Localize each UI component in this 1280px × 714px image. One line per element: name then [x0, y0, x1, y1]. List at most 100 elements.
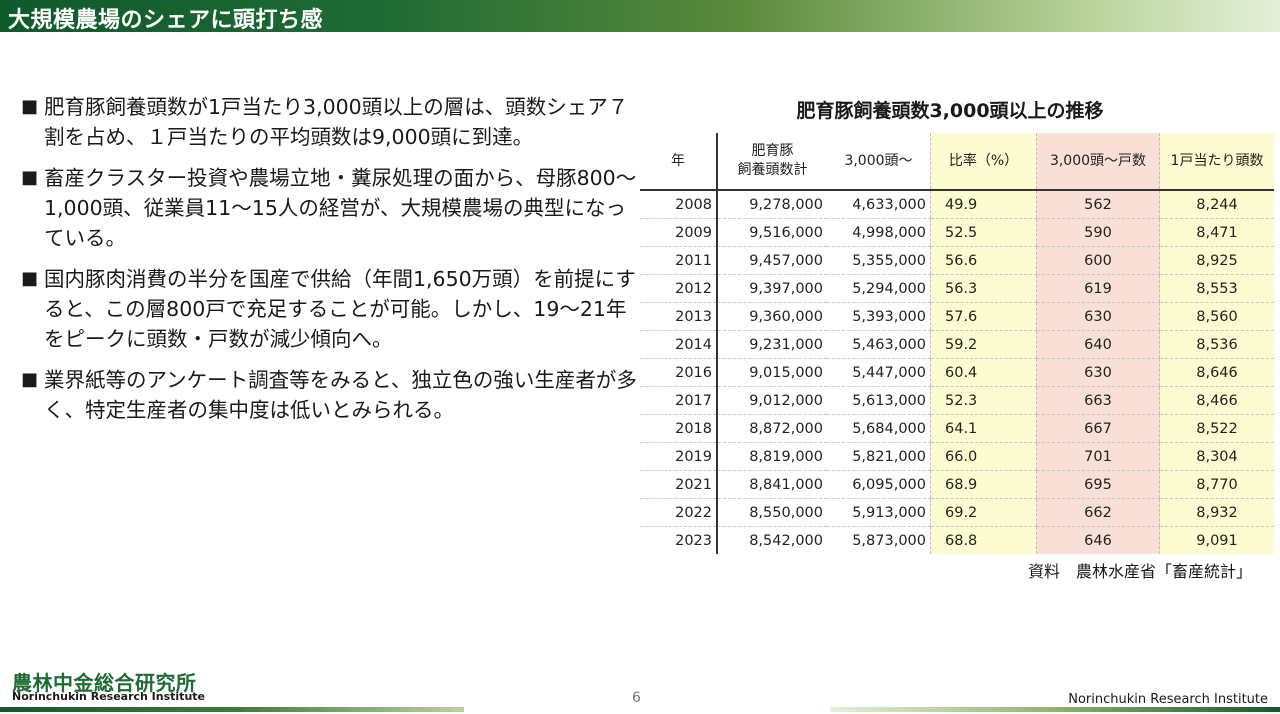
- square-bullet-icon: ■: [21, 369, 39, 390]
- table-row: 2014 9,231,000 5,463,000 59.2 640 8,536: [640, 330, 1274, 359]
- cell-total-head: 9,015,000: [717, 358, 827, 387]
- cell-per-household: 8,553: [1159, 274, 1274, 303]
- bullet-item: ■ 畜産クラスター投資や農場立地・糞尿処理の面から、母豚800～1,000頭、従…: [20, 163, 638, 253]
- cell-per-household: 8,244: [1159, 190, 1274, 219]
- cell-over-3000: 5,463,000: [827, 330, 931, 359]
- cell-year: 2021: [640, 470, 718, 499]
- header-households: 3,000頭～戸数: [1036, 133, 1160, 191]
- header-ratio: 比率（%）: [930, 133, 1037, 191]
- cell-over-3000: 6,095,000: [827, 470, 931, 499]
- cell-households: 640: [1036, 330, 1160, 359]
- cell-households: 619: [1036, 274, 1160, 303]
- slide-title: 大規模農場のシェアに頭打ち感: [8, 8, 324, 33]
- cell-ratio: 49.9: [930, 190, 1037, 219]
- cell-year: 2014: [640, 330, 718, 359]
- cell-year: 2013: [640, 302, 718, 331]
- cell-total-head: 9,516,000: [717, 218, 827, 247]
- bullet-item: ■ 肥育豚飼養頭数が1戸当たり3,000頭以上の層は、頭数シェア７割を占め、１戸…: [20, 92, 638, 152]
- table-row: 2017 9,012,000 5,613,000 52.3 663 8,466: [640, 386, 1274, 415]
- bullet-text: 国内豚肉消費の半分を国産で供給（年間1,650万頭）を前提にすると、この層800…: [44, 267, 636, 351]
- cell-per-household: 8,536: [1159, 330, 1274, 359]
- cell-total-head: 8,841,000: [717, 470, 827, 499]
- cell-over-3000: 5,393,000: [827, 302, 931, 331]
- cell-over-3000: 5,613,000: [827, 386, 931, 415]
- cell-households: 590: [1036, 218, 1160, 247]
- bullet-text: 肥育豚飼養頭数が1戸当たり3,000頭以上の層は、頭数シェア７割を占め、１戸当た…: [44, 95, 629, 149]
- table-title: 肥育豚飼養頭数3,000頭以上の推移: [796, 100, 1104, 122]
- square-bullet-icon: ■: [21, 96, 39, 117]
- cell-year: 2016: [640, 358, 718, 387]
- cell-over-3000: 4,998,000: [827, 218, 931, 247]
- cell-ratio: 52.3: [930, 386, 1037, 415]
- table-row: 2009 9,516,000 4,998,000 52.5 590 8,471: [640, 218, 1274, 247]
- cell-ratio: 68.8: [930, 526, 1037, 554]
- cell-households: 695: [1036, 470, 1160, 499]
- cell-over-3000: 5,913,000: [827, 498, 931, 527]
- bullet-list: ■ 肥育豚飼養頭数が1戸当たり3,000頭以上の層は、頭数シェア７割を占め、１戸…: [20, 92, 638, 436]
- bullet-item: ■ 国内豚肉消費の半分を国産で供給（年間1,650万頭）を前提にすると、この層8…: [20, 264, 638, 354]
- cell-year: 2018: [640, 414, 718, 443]
- cell-ratio: 68.9: [930, 470, 1037, 499]
- table-row: 2013 9,360,000 5,393,000 57.6 630 8,560: [640, 302, 1274, 331]
- cell-year: 2011: [640, 246, 718, 275]
- cell-over-3000: 5,873,000: [852, 532, 926, 549]
- bullet-text: 業界紙等のアンケート調査等をみると、独立色の強い生産者が多く、特定生産者の集中度…: [44, 368, 637, 422]
- table-header-row: 年 肥育豚 飼養頭数計 3,000頭～ 比率（%） 3,000頭～戸数 1戸当た…: [640, 133, 1274, 191]
- cell-total-head: 8,550,000: [717, 498, 827, 527]
- square-bullet-icon: ■: [21, 268, 39, 289]
- cell-total-head: 9,278,000: [717, 190, 827, 219]
- cell-total-head: 9,457,000: [717, 246, 827, 275]
- bullet-text: 畜産クラスター投資や農場立地・糞尿処理の面から、母豚800～1,000頭、従業員…: [44, 166, 637, 250]
- cell-per-household: 8,560: [1159, 302, 1274, 331]
- cell-per-household: 8,932: [1159, 498, 1274, 527]
- cell-over-3000: 5,355,000: [827, 246, 931, 275]
- table-row: 2022 8,550,000 5,913,000 69.2 662 8,932: [640, 498, 1274, 527]
- table-row: 2021 8,841,000 6,095,000 68.9 695 8,770: [640, 470, 1274, 499]
- cell-ratio: 60.4: [930, 358, 1037, 387]
- cell-ratio: 69.2: [930, 498, 1037, 527]
- table-row: 2012 9,397,000 5,294,000 56.3 619 8,553: [640, 274, 1274, 303]
- footer-accent-bar: [830, 707, 1280, 712]
- cell-per-household: 8,471: [1159, 218, 1274, 247]
- cell-over-3000: 5,821,000: [827, 442, 931, 471]
- table-row: 2023 8,542,000 5,873,000 68.8 646 9,091: [640, 526, 1274, 554]
- header-total-line2: 飼養頭数計: [737, 162, 808, 178]
- title-bar: 大規模農場のシェアに頭打ち感: [0, 0, 1280, 33]
- cell-ratio: 66.0: [930, 442, 1037, 471]
- cell-total-head: 9,397,000: [717, 274, 827, 303]
- cell-households: 646: [1036, 526, 1160, 554]
- footer-organization: Norinchukin Research Institute: [1068, 692, 1268, 707]
- header-total-line1: 肥育豚: [751, 143, 794, 159]
- cell-per-household: 8,646: [1159, 358, 1274, 387]
- cell-households: 630: [1036, 358, 1160, 387]
- header-total-head: 肥育豚 飼養頭数計: [717, 133, 827, 191]
- cell-households: 630: [1036, 302, 1160, 331]
- cell-year: 2012: [640, 274, 718, 303]
- cell-over-3000: 5,684,000: [827, 414, 931, 443]
- header-per-household: 1戸当たり頭数: [1159, 133, 1274, 191]
- cell-ratio: 56.6: [930, 246, 1037, 275]
- cell-per-household: 8,522: [1159, 414, 1274, 443]
- cell-over-3000: 5,294,000: [827, 274, 931, 303]
- cell-total-head: 8,819,000: [717, 442, 827, 471]
- cell-total-head: 9,012,000: [717, 386, 827, 415]
- cell-households: 701: [1036, 442, 1160, 471]
- cell-ratio: 57.6: [930, 302, 1037, 331]
- cell-total-head: 8,542,000: [749, 532, 823, 549]
- cell-total-head: 8,872,000: [717, 414, 827, 443]
- cell-over-3000: 4,633,000: [827, 190, 931, 219]
- cell-year: 2009: [640, 218, 718, 247]
- table-body: 2008 9,278,000 4,633,000 49.9 562 8,244 2009 9,…: [640, 190, 1274, 554]
- cell-households: 562: [1036, 190, 1160, 219]
- header-over-3000: 3,000頭～: [827, 133, 931, 191]
- square-bullet-icon: ■: [21, 167, 39, 188]
- cell-year: 2019: [640, 442, 718, 471]
- cell-total-head: 9,360,000: [717, 302, 827, 331]
- footer-accent-bar: [0, 707, 464, 712]
- table-row: 2016 9,015,000 5,447,000 60.4 630 8,646: [640, 358, 1274, 387]
- cell-over-3000: 5,447,000: [827, 358, 931, 387]
- cell-households: 662: [1036, 498, 1160, 527]
- cell-per-household: 8,304: [1159, 442, 1274, 471]
- cell-year: 2022: [640, 498, 718, 527]
- table-row: 2008 9,278,000 4,633,000 49.9 562 8,244: [640, 190, 1274, 219]
